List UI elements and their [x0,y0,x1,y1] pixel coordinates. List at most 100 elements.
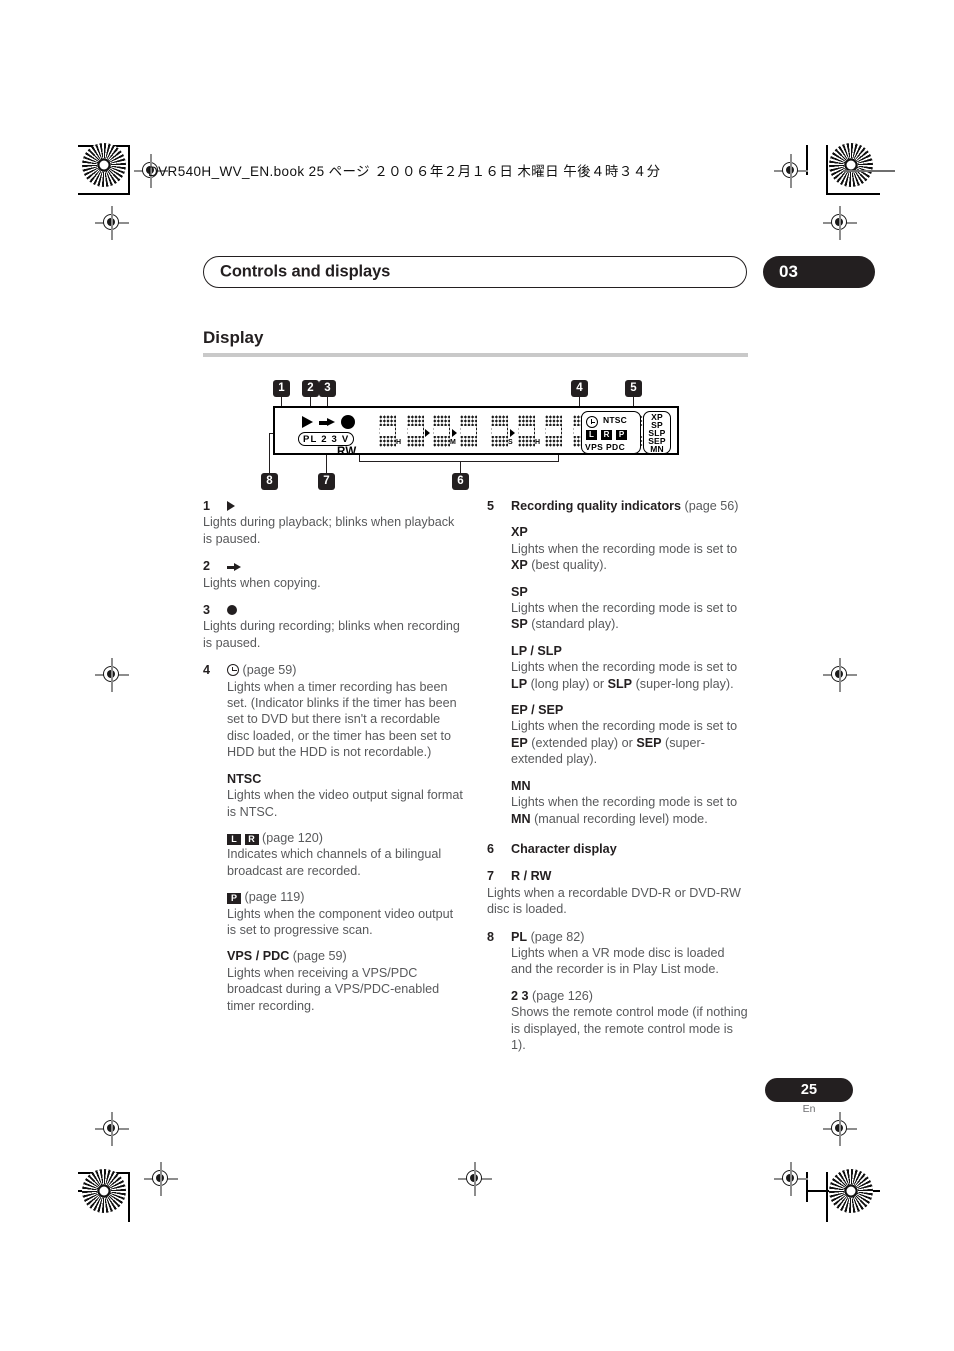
crop-mark-tl-v [128,145,130,195]
entry-4-number: 4 [203,663,211,678]
leader-line-6 [460,462,462,473]
running-head-title: Controls and displays [220,262,391,281]
mode-sp: SP Lights when the recording mode is set… [487,584,749,633]
entry-3-body: Lights during recording; blinks when rec… [203,619,460,650]
registration-mark-bottom-left [144,1162,178,1196]
callout-1: 1 [273,380,290,397]
print-star-target-br [829,1169,873,1213]
entry-2-number: 2 [203,559,211,574]
subentry-remote-mode-title: 2 3 [511,988,529,1003]
registration-mark-right-middle [823,658,857,692]
callout-8: 8 [261,473,278,490]
mode-sp-body-1: Lights when the recording mode is set to [511,601,738,616]
print-star-target-bl [82,1169,126,1213]
subentry-progressive: P (page 119) Lights when the component v… [203,889,465,938]
entry-2: 2 Lights when copying. [203,558,465,591]
mode-xp-body-1: Lights when the recording mode is set to [511,541,738,556]
callout-5: 5 [625,380,642,397]
char-cell [433,415,450,447]
leader-bracket-6-right [558,455,560,462]
section-title: Display [203,328,264,347]
progressive-scan-icon: P [616,430,627,440]
entry-4-page-ref: (page 59) [242,663,297,678]
right-channel-icon: R [244,833,259,845]
timer-clock-icon [227,664,239,677]
entry-6-title: Character display [511,841,617,856]
callout-2: 2 [302,380,319,397]
registration-mark-top-right [774,154,808,188]
right-text-column: 5 Recording quality indicators (page 56)… [487,498,749,1064]
entry-7: 7 R / RW Lights when a recordable DVD-R … [487,868,749,917]
pl-remote-mode-box: PL 2 3 V [298,432,355,446]
mode-lp-slp-body-2: (long play) or [527,676,608,691]
mode-lp-slp-body-1: Lights when the recording mode is set to [511,660,738,675]
subentry-bilingual-page-ref: (page 120) [262,830,323,845]
timer-clock-icon [586,416,598,428]
mode-sp-title: SP [511,584,528,599]
running-head-pill: Controls and displays [203,256,747,288]
mode-ep-sep: EP / SEP Lights when the recording mode … [487,702,749,768]
subentry-progressive-page-ref: (page 119) [244,890,305,905]
mode-xp-title: XP [511,525,528,540]
mode-mn-title: MN [511,778,531,793]
record-dot-icon [227,605,237,616]
vfd-panel-frame: PL 2 3 V RW H M S H M S NTSC [273,406,679,458]
char-cell [545,415,562,447]
char-cell [460,415,477,447]
mode-ep-sep-title: EP / SEP [511,703,564,718]
mode-sp-em-1: SP [511,617,528,632]
copy-arrow-icon [319,418,335,426]
page-language-code: En [802,1103,816,1115]
mode-sp-body: Lights when the recording mode is set to… [511,600,749,633]
mode-lp-slp-em-2: SLP [607,676,633,691]
char-unit-h1: H [396,439,402,446]
mode-sp-body-2: (standard play). [527,617,619,632]
print-star-target-tr [829,143,873,187]
subentry-vps-pdc: VPS / PDC (page 59) Lights when receivin… [203,948,465,1014]
callout-7: 7 [318,473,335,490]
mode-ep-sep-body: Lights when the recording mode is set to… [511,718,749,767]
crop-mark-tr-v [826,145,828,195]
leader-bracket-6 [359,461,559,463]
mode-lp-slp-body: Lights when the recording mode is set to… [511,659,749,692]
entry-5: 5 Recording quality indicators (page 56)… [487,498,749,827]
subentry-remote-mode-body: Shows the remote control mode (if nothin… [511,1005,748,1052]
crop-mark-tr-h [826,193,880,195]
subentry-bilingual: L R (page 120) Indicates which channels … [203,830,465,879]
entry-4-body: Lights when a timer recording has been s… [227,679,457,760]
entry-5-number: 5 [487,499,495,513]
progressive-scan-icon: P [227,893,241,905]
entry-3-number: 3 [203,603,211,618]
entry-8: 8 PL (page 82) Lights when a VR mode dis… [487,929,749,1054]
subentry-vps-pdc-title: VPS / PDC [227,949,290,964]
subentry-ntsc: NTSC Lights when the video output signal… [203,771,465,820]
mode-ep-sep-em-2: SEP [636,735,662,750]
leader-bracket-6-left [359,455,361,462]
subentry-progressive-body: Lights when the component video output i… [227,906,454,937]
left-channel-icon: L [227,833,241,845]
subentry-ntsc-body: Lights when the video output signal form… [227,788,463,819]
crop-mark-br-v [826,1172,828,1222]
char-cell [518,415,535,447]
crop-mark-tl-h2 [78,193,130,195]
entry-7-title: R / RW [511,869,552,884]
page-number: 25 [800,1082,818,1098]
copy-arrow-icon [227,563,241,572]
subentry-bilingual-body: Indicates which channels of a bilingual … [227,847,442,878]
header-rule [843,170,895,172]
mode-mn-em-1: MN [511,811,531,826]
entry-8-body: Lights when a VR mode disc is loaded and… [511,945,725,977]
char-separator-icon [452,429,457,437]
mode-mn-body: Lights when the recording mode is set to… [511,794,749,827]
quality-mn-label: MN [650,444,664,454]
mode-lp-slp-body-3: (super-long play). [632,676,734,691]
entry-6: 6 Character display [487,841,749,857]
entry-7-body: Lights when a recordable DVD-R or DVD-RW… [487,885,741,917]
char-separator-icon [510,429,515,437]
callout-3: 3 [319,380,336,397]
entry-5-title: Recording quality indicators [511,499,682,513]
registration-mark-bottom-right [774,1162,808,1196]
mode-xp-body: Lights when the recording mode is set to… [511,541,749,574]
char-cell [491,415,508,447]
subentry-remote-mode-page-ref: (page 126) [532,988,593,1003]
